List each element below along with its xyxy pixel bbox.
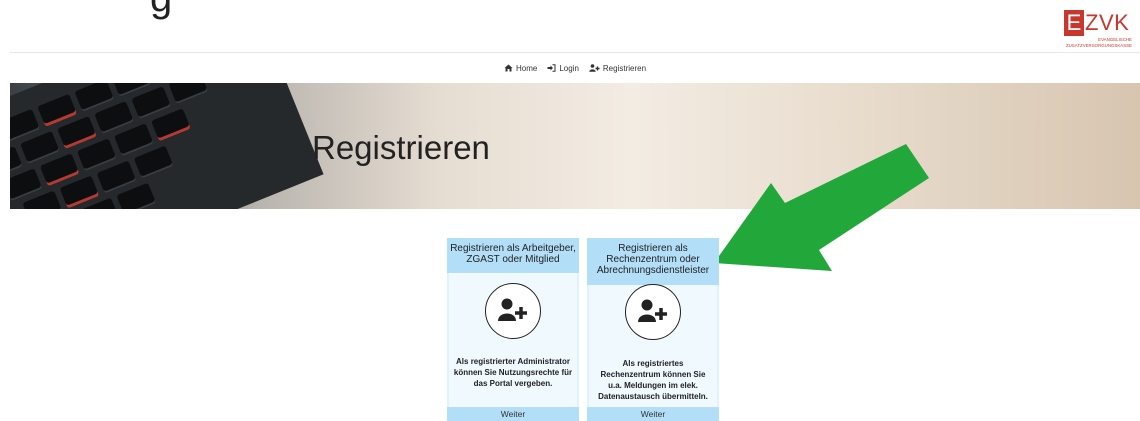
logo-letters-zvk: ZVK <box>1085 10 1130 35</box>
user-plus-circle[interactable] <box>485 283 541 339</box>
keyboard-photo <box>10 83 324 209</box>
page-heading-partial: g <box>150 0 172 21</box>
nav-items: Home Login Registrieren <box>10 53 1140 83</box>
card-title: Registrieren als Rechenzentrum oder Abre… <box>587 238 719 285</box>
card-body: Als registrierter Administrator können S… <box>449 273 577 407</box>
register-card-rechenzentrum: Registrieren als Rechenzentrum oder Abre… <box>587 238 719 421</box>
ezvk-logo[interactable]: E ZVK EVANGELISCHE ZUSATZVERSORGUNGSKASS… <box>1064 10 1132 50</box>
weiter-button[interactable]: Weiter <box>447 407 579 421</box>
nav-item-home[interactable]: Home <box>504 64 537 73</box>
card-description: Als registriertes Rechenzentrum können S… <box>598 359 708 401</box>
nav-item-registrieren[interactable]: Registrieren <box>589 64 646 73</box>
green-arrow-icon <box>714 144 954 294</box>
card-title: Registrieren als Arbeitgeber, ZGAST oder… <box>447 238 579 273</box>
register-card-arbeitgeber: Registrieren als Arbeitgeber, ZGAST oder… <box>447 238 579 421</box>
home-icon <box>504 64 513 72</box>
hero-title: Registrieren <box>312 129 490 166</box>
login-icon <box>547 64 556 72</box>
user-plus-icon <box>638 299 667 322</box>
user-plus-icon <box>589 64 600 72</box>
logo-letter-e: E <box>1064 10 1084 36</box>
logo-subtitle-line1: EVANGELISCHE <box>1098 37 1132 42</box>
weiter-button[interactable]: Weiter <box>587 407 719 421</box>
card-body: Als registriertes Rechenzentrum können S… <box>589 284 717 407</box>
hero-banner: Registrieren <box>10 83 1140 209</box>
main-navbar: Home Login Registrieren <box>10 52 1140 84</box>
user-plus-circle[interactable] <box>625 284 681 340</box>
logo-subtitle-line2: ZUSATZVERSORGUNGSKASSE <box>1065 43 1132 48</box>
nav-item-login[interactable]: Login <box>547 64 579 73</box>
nav-item-home-label: Home <box>515 63 538 73</box>
card-description: Als registrierter Administrator können S… <box>453 357 573 388</box>
nav-item-login-label: Login <box>559 63 579 73</box>
user-plus-icon <box>498 298 527 321</box>
nav-item-registrieren-label: Registrieren <box>602 63 647 73</box>
